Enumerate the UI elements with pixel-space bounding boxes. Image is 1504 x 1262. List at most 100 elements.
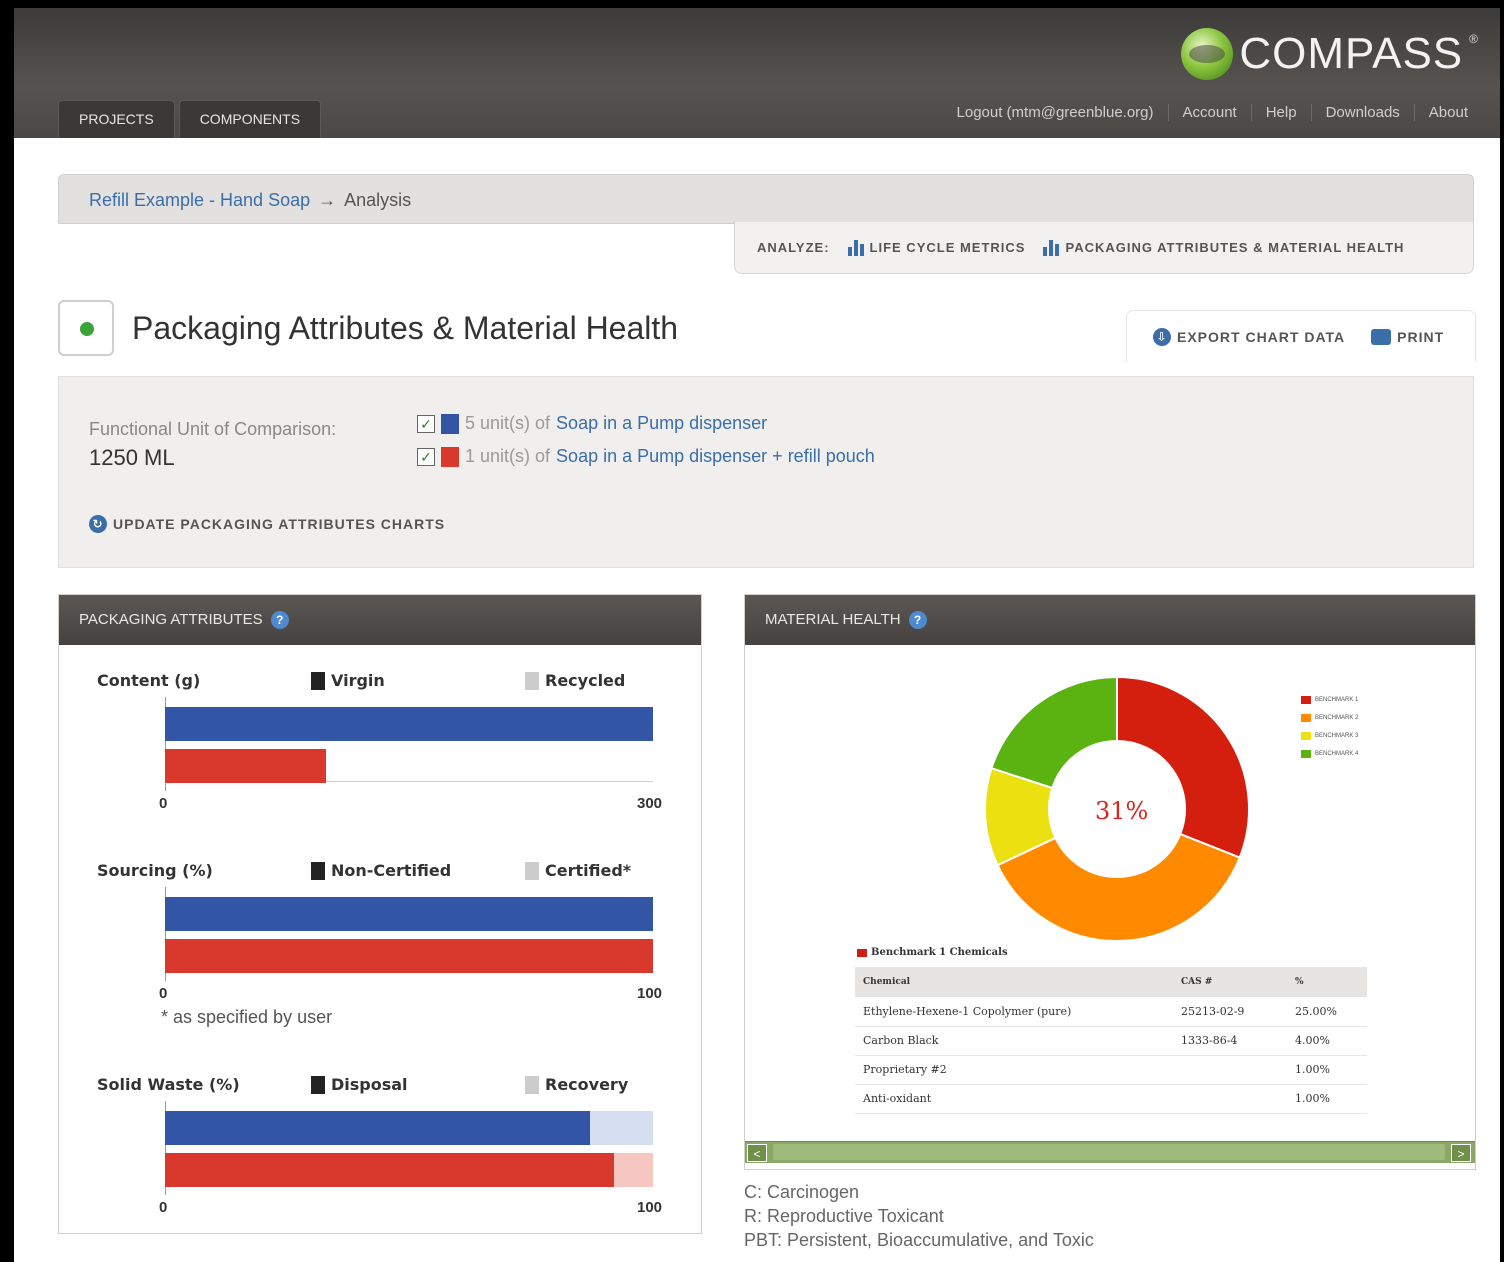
export-chart-data-button[interactable]: ⇩ EXPORT CHART DATA: [1153, 327, 1346, 346]
legend-swatch: [1301, 696, 1311, 704]
footnote: C: Carcinogen: [744, 1182, 860, 1202]
legend-swatch: [1301, 732, 1311, 740]
update-charts-button[interactable]: ↻ UPDATE PACKAGING ATTRIBUTES CHARTS: [89, 515, 445, 533]
tick-label: 300: [637, 795, 663, 812]
material-health-title: MATERIAL HEALTH: [765, 611, 901, 628]
functional-unit-label: Functional Unit of Comparison:: [89, 419, 337, 439]
account-link[interactable]: Account: [1167, 104, 1251, 121]
scroll-left-icon[interactable]: <: [747, 1144, 767, 1162]
legend-swatch: [1301, 750, 1311, 758]
column-header: %: [1287, 967, 1367, 997]
tab-components[interactable]: COMPONENTS: [178, 100, 322, 138]
packaging-attributes-link[interactable]: PACKAGING ATTRIBUTES & MATERIAL HEALTH: [1043, 239, 1404, 256]
legend-label: Virgin: [331, 671, 385, 690]
scroll-right-icon[interactable]: >: [1451, 1144, 1471, 1162]
legend-item: BENCHMARK 3: [1301, 727, 1358, 745]
scenario-checkbox[interactable]: ✓: [417, 414, 435, 433]
print-button[interactable]: PRINT: [1371, 328, 1444, 345]
breadcrumb-arrow-icon: →: [318, 190, 337, 210]
table-cell: [1173, 1055, 1287, 1085]
help-icon[interactable]: ?: [270, 611, 289, 629]
help-link[interactable]: Help: [1250, 104, 1311, 121]
legend-label: BENCHMARK 2: [1315, 715, 1359, 721]
functional-unit-value: 1250 ML: [89, 445, 175, 470]
bar-chart-icon: [847, 239, 864, 256]
bar-segment: [165, 1153, 614, 1187]
logo-text: COMPASS: [1239, 29, 1464, 78]
refresh-icon: ↻: [89, 515, 107, 533]
app-frame: COMPASS ® PROJECTS COMPONENTS Logout (mt…: [0, 0, 1504, 1262]
downloads-link[interactable]: Downloads: [1310, 104, 1414, 121]
group-heading: Solid Waste (%): [97, 1075, 240, 1094]
donut-slice[interactable]: [990, 675, 1118, 790]
life-cycle-metrics-link[interactable]: LIFE CYCLE METRICS: [847, 239, 1026, 256]
legend-label: Recovery: [545, 1075, 629, 1094]
legend-item: Non-Certified: [311, 861, 451, 880]
bar-segment: [165, 1111, 590, 1145]
scenario-color-swatch: [441, 446, 459, 467]
benchmark-swatch: [857, 948, 867, 957]
material-health-panel: MATERIAL HEALTH ? 31% BENCHMARK 1 BENCHM…: [744, 594, 1476, 1170]
horizontal-scrollbar[interactable]: < >: [745, 1141, 1475, 1163]
table-cell: Anti-oxidant: [855, 1084, 1173, 1114]
life-cycle-metrics-label: LIFE CYCLE METRICS: [869, 240, 1026, 255]
status-indicator: [58, 300, 114, 356]
about-link[interactable]: About: [1413, 104, 1482, 121]
legend-item: Virgin: [311, 671, 385, 690]
table-cell: 1333-86-4: [1173, 1026, 1287, 1056]
group-heading: Content (g): [97, 671, 201, 690]
export-label: EXPORT CHART DATA: [1177, 328, 1346, 345]
scenario-checkbox[interactable]: ✓: [417, 447, 435, 466]
breadcrumb-project-link[interactable]: Refill Example - Hand Soap: [89, 190, 310, 211]
table-row: Carbon Black 1333-86-4 4.00%: [855, 1026, 1367, 1056]
scenario-row: ✓ 5 unit(s) of Soap in a Pump dispenser: [417, 413, 767, 434]
page-title: Packaging Attributes & Material Health: [132, 310, 679, 346]
scrollbar-thumb[interactable]: [773, 1144, 1445, 1160]
analyze-label: ANALYZE:: [757, 240, 830, 255]
table-header-row: Chemical CAS # %: [855, 967, 1367, 997]
legend-swatch: [311, 1075, 325, 1094]
legend-label: Certified*: [545, 861, 632, 880]
chemical-table: Chemical CAS # % Ethylene-Hexene-1 Copol…: [855, 967, 1367, 1114]
tick-label: 0: [159, 1199, 168, 1216]
legend-label: BENCHMARK 1: [1315, 697, 1359, 703]
footnote: PBT: Persistent, Bioaccumulative, and To…: [744, 1230, 1094, 1250]
top-bar: COMPASS ® PROJECTS COMPONENTS Logout (mt…: [14, 8, 1500, 138]
legend-label: BENCHMARK 4: [1315, 751, 1359, 757]
scenario-quantity: 1 unit(s) of: [465, 446, 551, 466]
legend-item: BENCHMARK 2: [1301, 709, 1358, 727]
donut-slice[interactable]: [996, 832, 1242, 942]
legend-swatch: [525, 1075, 539, 1094]
bar-chart-icon: [1043, 239, 1060, 256]
chemical-table-title-text: Benchmark 1 Chemicals: [871, 947, 1008, 958]
legend-item: Recycled: [525, 671, 625, 690]
legend-label: Recycled: [545, 671, 626, 690]
legend-swatch: [525, 861, 539, 880]
legend-swatch: [1301, 714, 1311, 722]
scenario-color-swatch: [441, 413, 459, 434]
main-tabs: PROJECTS COMPONENTS: [58, 100, 322, 138]
table-cell: 4.00%: [1287, 1026, 1367, 1056]
top-links: Logout (mtm@greenblue.org) Account Help …: [943, 104, 1482, 121]
footnote: R: Reproductive Toxicant: [744, 1206, 944, 1226]
table-cell: 25213-02-9: [1173, 997, 1287, 1027]
legend-item: Recovery: [525, 1075, 628, 1094]
tab-projects[interactable]: PROJECTS: [58, 100, 175, 138]
registered-mark: ®: [1469, 32, 1478, 46]
scenario-name-link[interactable]: Soap in a Pump dispenser + refill pouch: [556, 446, 875, 467]
legend-item: Disposal: [311, 1075, 408, 1094]
logout-link[interactable]: Logout (mtm@greenblue.org): [943, 104, 1168, 121]
export-icon: ⇩: [1153, 327, 1171, 346]
packaging-attributes-panel: PACKAGING ATTRIBUTES ? Content (g) Virgin…: [58, 594, 702, 1234]
chart-actions: ⇩ EXPORT CHART DATA PRINT: [1126, 310, 1476, 362]
column-header: CAS #: [1173, 967, 1287, 997]
donut-slice[interactable]: [1116, 675, 1250, 859]
bar-segment: [614, 1153, 653, 1187]
chemical-table-title: Benchmark 1 Chemicals: [857, 947, 1008, 958]
bar-segment: [165, 897, 653, 931]
compass-logo[interactable]: COMPASS ®: [1181, 28, 1478, 80]
table-cell: Ethylene-Hexene-1 Copolymer (pure): [855, 997, 1173, 1027]
scenario-name-link[interactable]: Soap in a Pump dispenser: [556, 413, 767, 434]
legend-swatch: [311, 861, 325, 880]
help-icon[interactable]: ?: [908, 611, 927, 629]
